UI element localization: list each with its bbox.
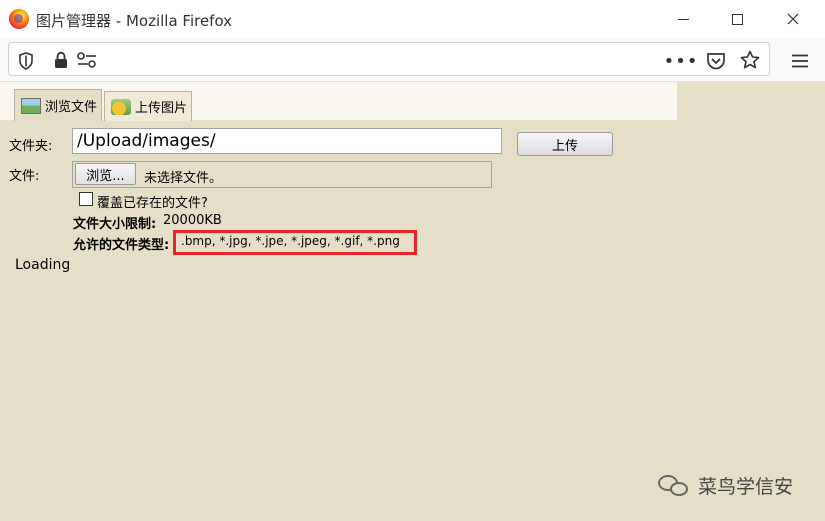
firefox-logo-icon	[9, 9, 29, 29]
image-upload-icon	[111, 98, 131, 115]
minimize-button[interactable]	[657, 0, 709, 38]
upload-button[interactable]: 上传	[517, 132, 613, 156]
file-label: 文件:	[9, 169, 40, 184]
permissions-icon[interactable]	[77, 51, 97, 69]
page-actions-more-icon[interactable]: •••	[664, 51, 698, 72]
window-title: 图片管理器 - Mozilla Firefox	[36, 12, 233, 30]
max-size-label: 文件大小限制:	[73, 217, 157, 232]
loading-text: Loading	[15, 257, 71, 273]
overwrite-checkbox[interactable]	[79, 192, 93, 206]
bookmark-star-icon[interactable]	[739, 49, 761, 71]
folder-label: 文件夹:	[9, 139, 53, 154]
lock-icon[interactable]	[52, 49, 70, 71]
image-browse-icon	[21, 97, 41, 114]
wechat-icon	[658, 473, 692, 499]
maximize-icon	[731, 13, 743, 25]
menu-hamburger-icon[interactable]	[790, 51, 810, 71]
max-size-value: 20000KB	[163, 213, 222, 228]
tab-browse-files[interactable]: 浏览文件	[14, 89, 102, 121]
navigation-bar	[0, 38, 825, 82]
pocket-icon[interactable]	[705, 50, 727, 72]
title-bar: 图片管理器 - Mozilla Firefox	[0, 0, 825, 38]
wechat-bubble-small	[670, 481, 688, 496]
browse-button[interactable]: 浏览...	[75, 163, 136, 185]
close-button[interactable]	[767, 0, 819, 38]
watermark-text: 菜鸟学信安	[698, 476, 794, 498]
no-file-selected-text: 未选择文件。	[144, 171, 223, 186]
tab-upload-image[interactable]: 上传图片	[104, 91, 192, 121]
url-bar[interactable]	[8, 42, 770, 76]
tab-label: 浏览文件	[45, 100, 98, 115]
close-icon	[787, 13, 799, 25]
overwrite-label: 覆盖已存在的文件?	[97, 196, 208, 211]
tracking-protection-shield-icon[interactable]	[16, 50, 36, 72]
allowed-types-label: 允许的文件类型:	[73, 238, 170, 253]
tab-label: 上传图片	[135, 101, 188, 116]
watermark: 菜鸟学信安	[658, 472, 793, 499]
highlight-box	[173, 230, 417, 255]
minimize-icon	[677, 18, 689, 20]
maximize-button[interactable]	[711, 0, 763, 38]
folder-input[interactable]	[72, 128, 502, 154]
